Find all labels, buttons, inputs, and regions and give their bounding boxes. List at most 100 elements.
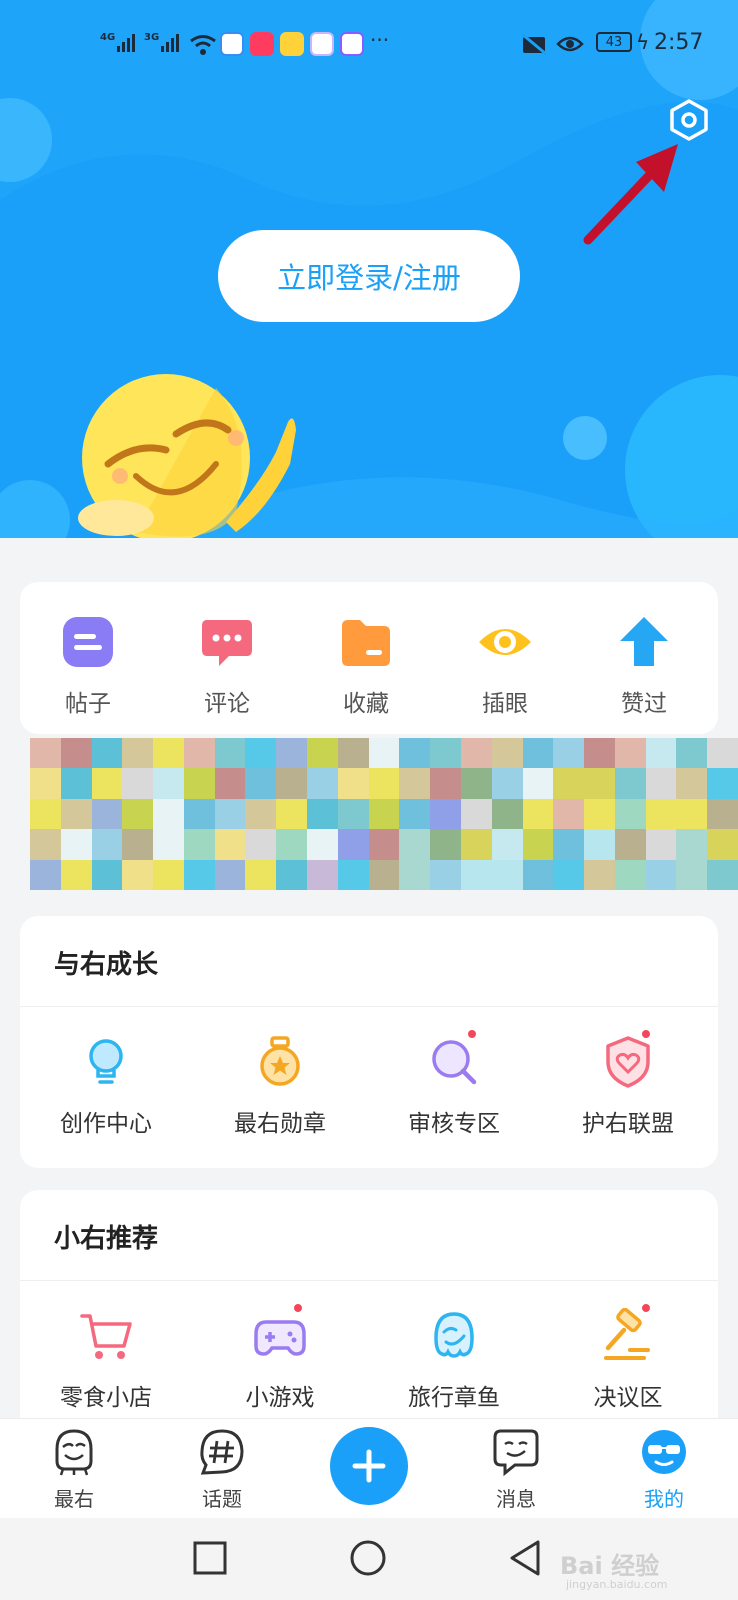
nav-tab-label: 消息 [496,1487,536,1511]
shield-heart-icon [600,1028,656,1090]
mosaic-tile [676,738,708,769]
growth-item-medals[interactable]: 最右勋章 [200,1034,360,1138]
nav-tab-messages[interactable]: 消息 [466,1427,566,1512]
growth-item-guardian-alliance[interactable]: 护右联盟 [548,1028,708,1138]
quick-action-watch[interactable]: 插眼 [455,614,555,718]
mosaic-tile [553,859,585,890]
message-face-icon [493,1429,539,1477]
back-icon[interactable] [504,1536,548,1580]
mosaic-tile [214,738,246,769]
mosaic-tile [122,738,154,769]
recent-apps-icon[interactable] [188,1536,232,1580]
mosaic-tile [614,859,646,890]
home-icon[interactable] [346,1536,390,1580]
mosaic-tile [153,738,184,769]
banner-ad-pixelated[interactable] [30,738,738,890]
section-divider [20,1280,718,1281]
mosaic-tile [614,829,646,860]
nav-tab-home[interactable]: 最右 [24,1427,124,1512]
notification-off-icon [521,32,547,56]
mosaic-tile [399,859,431,890]
clock: 2:57 [654,30,704,55]
mosaic-tile [460,768,492,799]
mosaic-tile [584,859,615,890]
profile-header: 4G 3G ··· 43 ϟ 2:57 立即登录/注册 [0,0,738,538]
mosaic-tile [60,768,92,799]
recommend-item-label: 小游戏 [245,1385,315,1411]
quick-action-comments[interactable]: 评论 [177,614,277,718]
quick-action-label: 评论 [204,691,250,717]
folder-icon [342,620,390,666]
mosaic-tile [460,798,492,830]
mosaic-tile [307,768,338,799]
banana-app-icon [280,32,304,56]
mosaic-tile [276,829,308,860]
mosaic-tile [368,798,400,830]
mosaic-tile [522,829,554,860]
quick-action-favorites[interactable]: 收藏 [316,614,416,718]
quick-action-label: 收藏 [343,691,389,717]
mosaic-tile [245,738,277,769]
mosaic-tile [430,798,461,830]
recommend-item-mini-games[interactable]: 小游戏 [200,1302,360,1412]
growth-item-creator-center[interactable]: 创作中心 [26,1034,186,1138]
octopus-icon [426,1308,482,1364]
post-icon [63,617,113,667]
nav-tab-label: 话题 [202,1487,242,1511]
hashtag-icon [200,1429,244,1475]
quick-action-posts[interactable]: 帖子 [38,614,138,718]
mosaic-tile [91,829,123,860]
growth-item-review-zone[interactable]: 审核专区 [374,1028,534,1138]
settings-hexagon-icon[interactable] [667,98,711,142]
notification-dot [292,1302,304,1314]
quick-action-liked[interactable]: 赞过 [594,614,694,718]
mosaic-tile [645,798,677,830]
mosaic-tile [707,798,738,830]
zuiyou-face-icon [55,1429,93,1476]
mosaic-tile [399,768,431,799]
mosaic-tile [60,859,92,890]
mosaic-tile [91,859,123,890]
mosaic-tile [214,829,246,860]
mosaic-tile [399,829,431,860]
recommend-section: 小右推荐 零食小店 小游戏 旅行章鱼 决议区 [20,1190,718,1430]
login-register-button[interactable]: 立即登录/注册 [218,230,520,322]
mosaic-tile [30,859,61,890]
mosaic-tile [399,798,431,830]
lightbulb-icon [78,1034,134,1090]
mosaic-tile [491,768,523,799]
eye-comfort-icon [556,36,584,52]
mosaic-tile [337,768,369,799]
mosaic-tile [122,829,154,860]
recommend-item-label: 决议区 [593,1385,663,1411]
mosaic-tile [214,798,246,830]
review-search-icon [426,1028,482,1090]
eye-icon [479,629,531,655]
mosaic-tile [491,738,523,769]
mosaic-tile [614,798,646,830]
recommend-item-travel-octopus[interactable]: 旅行章鱼 [374,1308,534,1412]
create-post-button[interactable] [330,1427,408,1505]
mosaic-tile [245,768,277,799]
mosaic-tile [676,859,708,890]
network-type-label: 3G [144,32,160,43]
mosaic-tile [460,859,492,890]
mosaic-tile [460,829,492,860]
comment-icon [202,620,252,666]
mosaic-tile [307,829,338,860]
nav-tab-profile[interactable]: 我的 [614,1427,714,1512]
mosaic-tile [276,738,308,769]
mosaic-tile [522,768,554,799]
mosaic-tile [676,829,708,860]
recommend-item-label: 零食小店 [60,1385,152,1411]
mosaic-tile [522,798,554,830]
mosaic-tile [614,738,646,769]
mosaic-tile [645,738,677,769]
nav-tab-topics[interactable]: 话题 [172,1427,272,1512]
mosaic-tile [368,738,400,769]
mosaic-tile [153,859,184,890]
mosaic-tile [122,798,154,830]
recommend-item-snack-shop[interactable]: 零食小店 [26,1308,186,1412]
mosaic-tile [645,829,677,860]
recommend-item-resolution-zone[interactable]: 决议区 [548,1302,708,1412]
